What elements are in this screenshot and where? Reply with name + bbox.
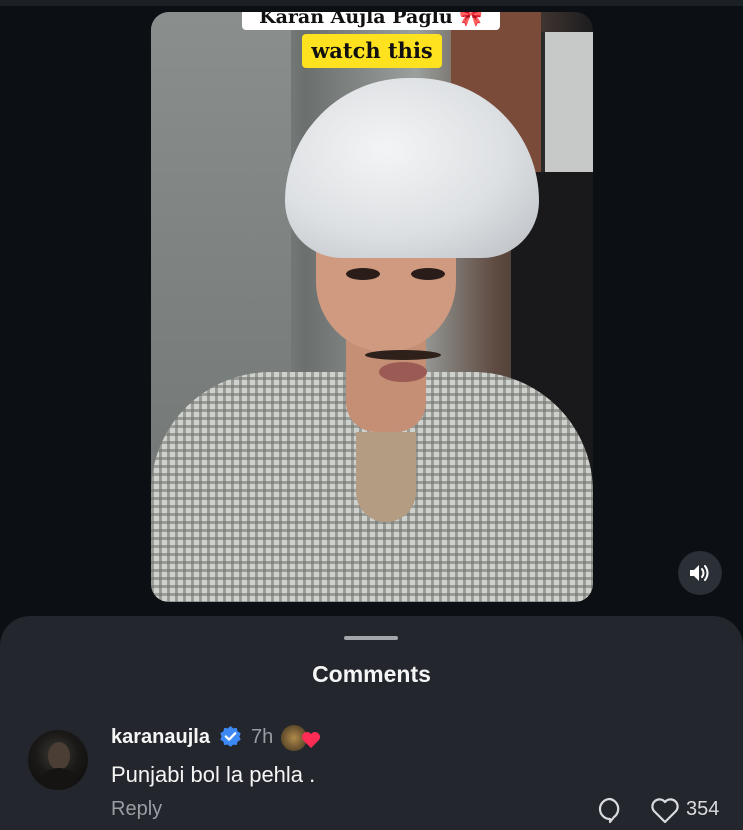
video-person-mustache — [365, 350, 441, 360]
like-heart-icon[interactable] — [650, 797, 680, 825]
volume-icon — [690, 565, 709, 581]
comments-sheet: Comments karanaujla 7h Punjabi bol la pe… — [0, 616, 743, 830]
avatar[interactable] — [28, 730, 88, 790]
volume-button[interactable] — [678, 551, 722, 595]
reply-icon[interactable] — [596, 796, 624, 824]
avatar-body — [38, 768, 80, 790]
sheet-drag-handle[interactable] — [344, 636, 398, 640]
video-player[interactable]: Karan Aujla Paglu 🎀 watch this — [151, 12, 593, 602]
like-count: 354 — [686, 798, 720, 820]
comment-username[interactable]: karanaujla — [111, 726, 210, 749]
avatar-head — [48, 742, 70, 770]
verified-badge-icon — [220, 726, 241, 747]
creator-liked-badge — [281, 723, 325, 753]
video-person-undershirt — [356, 432, 416, 522]
comment-text: Punjabi bol la pehla . — [111, 762, 316, 787]
video-caption-title: Karan Aujla Paglu 🎀 — [242, 12, 500, 30]
video-person-eye — [411, 268, 445, 280]
comments-title: Comments — [312, 661, 431, 687]
video-person-eye — [346, 268, 380, 280]
video-person-mouth — [379, 362, 427, 382]
video-background-window — [541, 32, 593, 182]
comment-timestamp: 7h — [251, 726, 274, 748]
top-status-strip — [0, 0, 743, 6]
reply-button[interactable]: Reply — [111, 798, 162, 821]
video-caption-highlight: watch this — [302, 34, 442, 68]
heart-reaction-icon — [302, 732, 320, 748]
